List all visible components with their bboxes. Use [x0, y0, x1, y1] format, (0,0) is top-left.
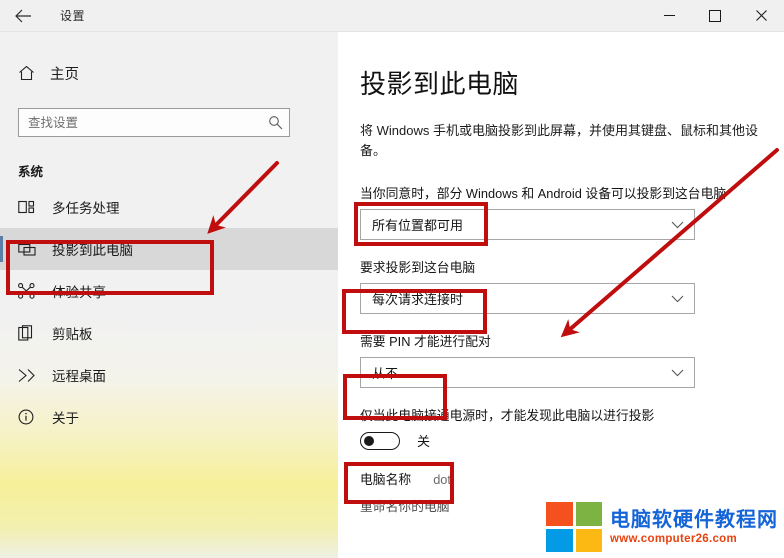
minimize-icon: [663, 15, 675, 16]
chevron-down-icon: [660, 369, 694, 377]
info-icon: [18, 409, 44, 425]
watermark-text: 电脑软硬件教程网 www.computer26.com: [610, 509, 778, 545]
pc-name-value: dot: [433, 472, 451, 487]
toggle-knob: [364, 435, 374, 446]
window-controls: [646, 0, 784, 31]
require-pin-dropdown[interactable]: 从不: [360, 357, 695, 388]
window-title: 设置: [60, 9, 86, 23]
field-label: 要求投影到这台电脑: [360, 260, 476, 275]
remote-desktop-icon: [18, 368, 44, 383]
sidebar-item-remote-desktop[interactable]: 远程桌面: [0, 354, 338, 396]
back-arrow-icon: [14, 9, 31, 22]
shared-experiences-icon: [18, 283, 44, 299]
home-icon: [18, 65, 44, 81]
search-input[interactable]: [19, 114, 261, 131]
clipboard-icon: [18, 325, 44, 341]
settings-window: 设置 主页 查找设置 系统 多任务处理 投影到此电脑 体验共享 剪贴板 远程桌面…: [0, 0, 784, 558]
sidebar-item-label: 关于: [52, 411, 79, 426]
sidebar-item-label: 体验共享: [52, 285, 106, 300]
watermark-url: www.computer26.com: [610, 533, 738, 545]
sidebar-item-label: 多任务处理: [52, 201, 120, 216]
logo-tile-2: [575, 502, 602, 526]
chevron-down-icon: [660, 221, 694, 229]
watermark-site-name: 电脑软硬件教程网: [610, 509, 778, 531]
sidebar-item-home[interactable]: 主页: [0, 56, 338, 90]
search-box[interactable]: [18, 108, 290, 137]
multitasking-icon: [18, 200, 44, 215]
logo-tile-3: [546, 528, 573, 552]
sidebar-group-title: 系统: [18, 165, 44, 179]
page-title: 投影到此电脑: [360, 69, 520, 99]
page-description: 将 Windows 手机或电脑投影到此屏幕，并使用其键盘、鼠标和其他设备。: [360, 123, 758, 158]
power-toggle-row: 关: [360, 431, 784, 450]
sidebar-item-shared-experiences[interactable]: 体验共享: [0, 270, 338, 312]
sidebar-item-label: 远程桌面: [52, 369, 106, 384]
back-button[interactable]: [0, 0, 46, 31]
ask-to-project-dropdown[interactable]: 每次请求连接时: [360, 283, 695, 314]
dropdown-value: 从不: [372, 366, 399, 381]
field-label: 当你同意时，部分 Windows 和 Android 设备可以投影到这台电脑: [360, 186, 727, 201]
window-body: 主页 系统: [0, 32, 784, 558]
dropdown-value: 所有位置都可用: [372, 218, 464, 233]
logo-tile-4: [575, 528, 602, 552]
field-label: 需要 PIN 才能进行配对: [360, 334, 491, 349]
project-to-pc-icon: [18, 242, 44, 257]
sidebar-item-about[interactable]: 关于: [0, 396, 338, 438]
pc-name-row: 电脑名称 dot: [360, 469, 784, 488]
power-toggle-switch[interactable]: [360, 431, 400, 450]
sidebar-item-label: 剪贴板: [52, 327, 93, 342]
maximize-button[interactable]: [692, 0, 738, 31]
maximize-icon: [709, 9, 721, 22]
sidebar-item-label: 投影到此电脑: [52, 243, 133, 258]
search-icon: [261, 115, 289, 130]
field-label: 仅当此电脑接通电源时，才能发现此电脑以进行投影: [360, 408, 655, 423]
field-ask-to-project: 要求投影到这台电脑 每次请求连接时: [360, 259, 784, 314]
dropdown-value: 每次请求连接时: [372, 292, 464, 307]
sidebar-item-project-to-pc[interactable]: 投影到此电脑: [0, 228, 338, 270]
close-icon: [755, 10, 767, 21]
main-content: 投影到此电脑 将 Windows 手机或电脑投影到此屏幕，并使用其键盘、鼠标和其…: [338, 32, 784, 558]
close-button[interactable]: [738, 0, 784, 31]
watermark: 电脑软硬件教程网 www.computer26.com: [546, 502, 778, 552]
field-projection-availability: 当你同意时，部分 Windows 和 Android 设备可以投影到这台电脑 所…: [360, 185, 784, 240]
sidebar-item-multitasking[interactable]: 多任务处理: [0, 186, 338, 228]
minimize-button[interactable]: [646, 0, 692, 31]
logo-tile-1: [546, 502, 573, 526]
windows-logo-icon: [546, 502, 602, 552]
chevron-down-icon: [660, 295, 694, 303]
field-require-pin: 需要 PIN 才能进行配对 从不: [360, 333, 784, 388]
sidebar-item-clipboard[interactable]: 剪贴板: [0, 312, 338, 354]
availability-dropdown[interactable]: 所有位置都可用: [360, 209, 695, 240]
field-power-discoverability: 仅当此电脑接通电源时，才能发现此电脑以进行投影 关: [360, 407, 784, 450]
sidebar: 主页 系统: [0, 32, 338, 558]
title-bar: 设置: [0, 0, 784, 32]
sidebar-home-label: 主页: [50, 66, 79, 83]
pc-name-label: 电脑名称: [360, 472, 412, 487]
toggle-state-label: 关: [417, 434, 431, 449]
